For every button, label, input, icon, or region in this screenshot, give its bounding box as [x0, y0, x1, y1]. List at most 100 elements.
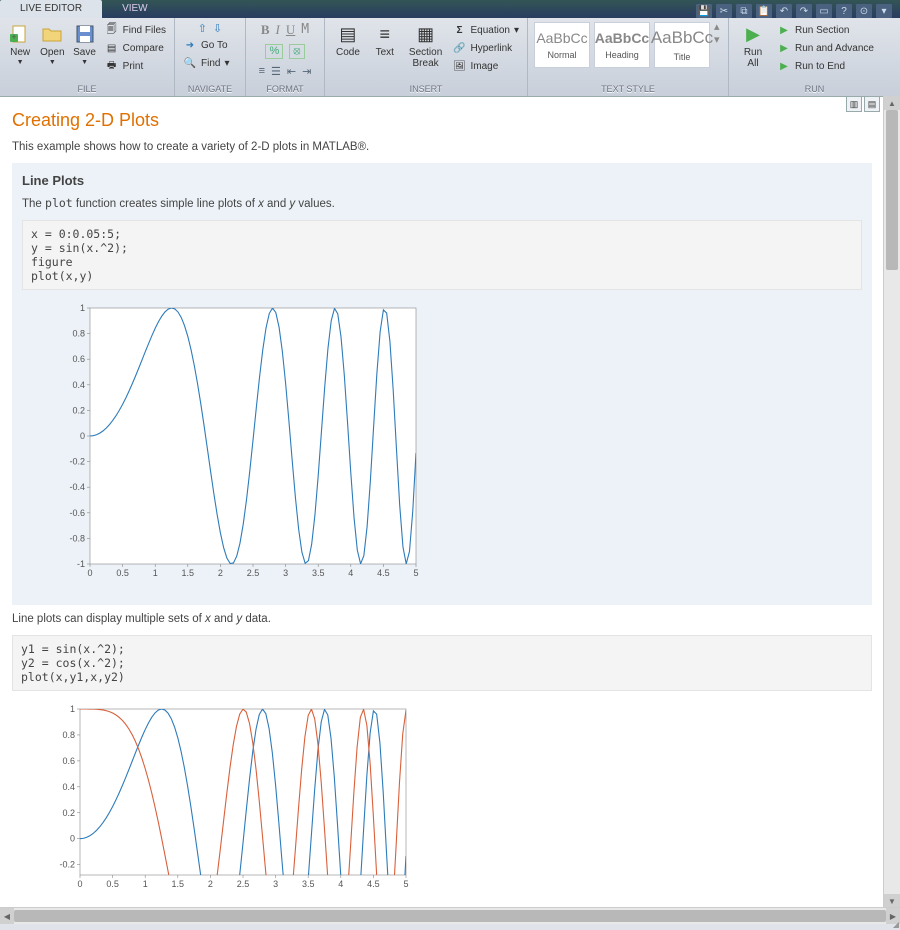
svg-text:1: 1: [143, 879, 148, 889]
qa-copy-icon[interactable]: ⧉: [736, 4, 752, 18]
tab-live-editor[interactable]: LIVE EDITOR: [0, 0, 102, 18]
print-button[interactable]: 🖶Print: [101, 58, 170, 74]
svg-text:0.8: 0.8: [62, 730, 75, 740]
tab-view[interactable]: VIEW: [102, 0, 168, 18]
svg-text:3: 3: [283, 568, 288, 578]
section-text: The plot function creates simple line pl…: [22, 196, 862, 210]
svg-text:4.5: 4.5: [377, 568, 390, 578]
document-area[interactable]: Creating 2-D Plots This example shows ho…: [0, 96, 882, 908]
link-icon: 🔗: [452, 41, 466, 55]
svg-text:1.5: 1.5: [182, 568, 195, 578]
arrow-up-icon: ⇧: [198, 22, 207, 35]
style-normal[interactable]: AaBbCcNormal: [534, 22, 590, 68]
svg-text:1: 1: [70, 704, 75, 714]
svg-text:3.5: 3.5: [312, 568, 325, 578]
resize-grip-icon[interactable]: ◢: [893, 920, 899, 929]
nav-arrows[interactable]: ⇧⇩: [179, 22, 241, 35]
list-bul-icon[interactable]: ☰: [271, 65, 281, 78]
format-section-label: FORMAT: [246, 82, 324, 96]
code-block-1[interactable]: x = 0:0.05:5; y = sin(x.^2); figure plot…: [22, 220, 862, 290]
scroll-left-icon[interactable]: ◀: [0, 908, 14, 924]
qa-window-icon[interactable]: ▭: [816, 4, 832, 18]
page-title: Creating 2-D Plots: [12, 110, 872, 131]
run-section-button[interactable]: ▶Run Section: [773, 22, 878, 38]
sigma-icon: Σ: [452, 23, 466, 37]
run-section-label: RUN: [729, 82, 900, 96]
open-folder-icon: [40, 22, 64, 46]
scroll-down-icon[interactable]: ▼: [884, 894, 900, 908]
goto-button[interactable]: ➜Go To: [179, 37, 241, 53]
vertical-scrollbar[interactable]: ▲ ▼: [883, 96, 900, 908]
svg-text:0: 0: [87, 568, 92, 578]
svg-text:5: 5: [403, 879, 408, 889]
text-icon: ≡: [373, 22, 397, 46]
style-scroll[interactable]: ▴▾: [712, 20, 722, 46]
qa-save-icon[interactable]: 💾: [696, 4, 712, 18]
style-heading[interactable]: AaBbCcHeading: [594, 22, 650, 68]
insert-code-button[interactable]: ▤Code: [329, 20, 367, 60]
underline-button[interactable]: U: [286, 22, 295, 38]
svg-text:-0.4: -0.4: [69, 482, 85, 492]
chart-2: 00.511.522.533.544.55-0.200.20.40.60.81: [52, 703, 872, 896]
find-button[interactable]: 🔍Find ▾: [179, 55, 241, 71]
qa-cut-icon[interactable]: ✂: [716, 4, 732, 18]
run-advance-button[interactable]: ▶Run and Advance: [773, 40, 878, 56]
svg-text:-0.8: -0.8: [69, 533, 85, 543]
qa-min-icon[interactable]: ▾: [876, 4, 892, 18]
svg-text:0.5: 0.5: [116, 568, 129, 578]
image-button[interactable]: 🖼Image: [448, 58, 523, 74]
tab-bar: LIVE EDITOR VIEW 💾 ✂ ⧉ 📋 ↶ ↷ ▭ ? ⊙ ▾: [0, 0, 900, 18]
outdent-icon[interactable]: ⇤: [287, 65, 296, 78]
percent-icon[interactable]: %: [265, 44, 283, 59]
compare-button[interactable]: ▤Compare: [101, 40, 170, 56]
qa-collapse-icon[interactable]: ⊙: [856, 4, 872, 18]
svg-text:2.5: 2.5: [237, 879, 250, 889]
quickbar: 💾 ✂ ⧉ 📋 ↶ ↷ ▭ ? ⊙ ▾: [696, 4, 900, 18]
chart-1: 00.511.522.533.544.55-1-0.8-0.6-0.4-0.20…: [62, 302, 862, 585]
image-icon: 🖼: [452, 59, 466, 73]
horizontal-scrollbar[interactable]: ◀ ▶: [0, 907, 900, 924]
file-section-label: FILE: [0, 82, 174, 96]
insert-text-button[interactable]: ≡Text: [367, 20, 403, 60]
vscroll-thumb[interactable]: [886, 110, 898, 270]
svg-text:1: 1: [153, 568, 158, 578]
section-break-icon: ▦: [414, 22, 438, 46]
equation-button[interactable]: ΣEquation ▾: [448, 22, 523, 38]
svg-text:0.4: 0.4: [62, 782, 75, 792]
svg-text:0.2: 0.2: [62, 808, 75, 818]
run-all-button[interactable]: ▶Run All: [733, 20, 773, 71]
svg-text:0.4: 0.4: [72, 380, 85, 390]
mono-button[interactable]: M: [301, 22, 309, 38]
ribbon: +New▼ Open▼ Save▼ 🗐Find Files ▤Compare 🖶…: [0, 18, 900, 97]
caret-down-icon: ▾: [714, 33, 720, 46]
scroll-up-icon[interactable]: ▲: [884, 96, 900, 110]
bold-button[interactable]: B: [261, 22, 270, 38]
section-break-button[interactable]: ▦Section Break: [403, 20, 449, 71]
print-icon: 🖶: [105, 59, 119, 73]
section-text-2: Line plots can display multiple sets of …: [12, 613, 872, 625]
strike-icon[interactable]: ⦻: [289, 44, 304, 59]
save-button[interactable]: Save▼: [68, 20, 100, 68]
italic-button[interactable]: I: [276, 22, 280, 38]
svg-text:0.5: 0.5: [106, 879, 119, 889]
qa-redo-icon[interactable]: ↷: [796, 4, 812, 18]
svg-text:4: 4: [348, 568, 353, 578]
open-button[interactable]: Open▼: [36, 20, 68, 68]
run-end-icon: ▶: [777, 59, 791, 73]
code-block-2[interactable]: y1 = sin(x.^2); y2 = cos(x.^2); plot(x,y…: [12, 635, 872, 691]
run-end-button[interactable]: ▶Run to End: [773, 58, 878, 74]
qa-undo-icon[interactable]: ↶: [776, 4, 792, 18]
svg-text:1: 1: [80, 303, 85, 313]
find-files-button[interactable]: 🗐Find Files: [101, 22, 170, 38]
list-num-icon[interactable]: ≡: [259, 65, 265, 78]
new-button[interactable]: +New▼: [4, 20, 36, 68]
hscroll-thumb[interactable]: [14, 910, 886, 922]
style-title[interactable]: AaBbCcTitle: [654, 22, 710, 68]
qa-paste-icon[interactable]: 📋: [756, 4, 772, 18]
run-section-icon: ▶: [777, 23, 791, 37]
footer-strip: [0, 924, 900, 930]
indent-icon[interactable]: ⇥: [302, 65, 311, 78]
qa-help-icon[interactable]: ?: [836, 4, 852, 18]
hyperlink-button[interactable]: 🔗Hyperlink: [448, 40, 523, 56]
svg-text:0: 0: [80, 431, 85, 441]
